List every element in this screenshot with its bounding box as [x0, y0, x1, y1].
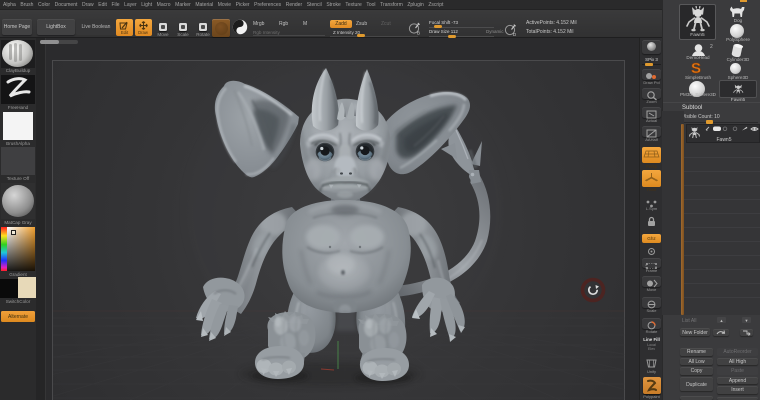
- svg-text:B: B: [417, 30, 420, 35]
- svg-text:D: D: [513, 32, 517, 37]
- svg-text:S: S: [691, 60, 701, 75]
